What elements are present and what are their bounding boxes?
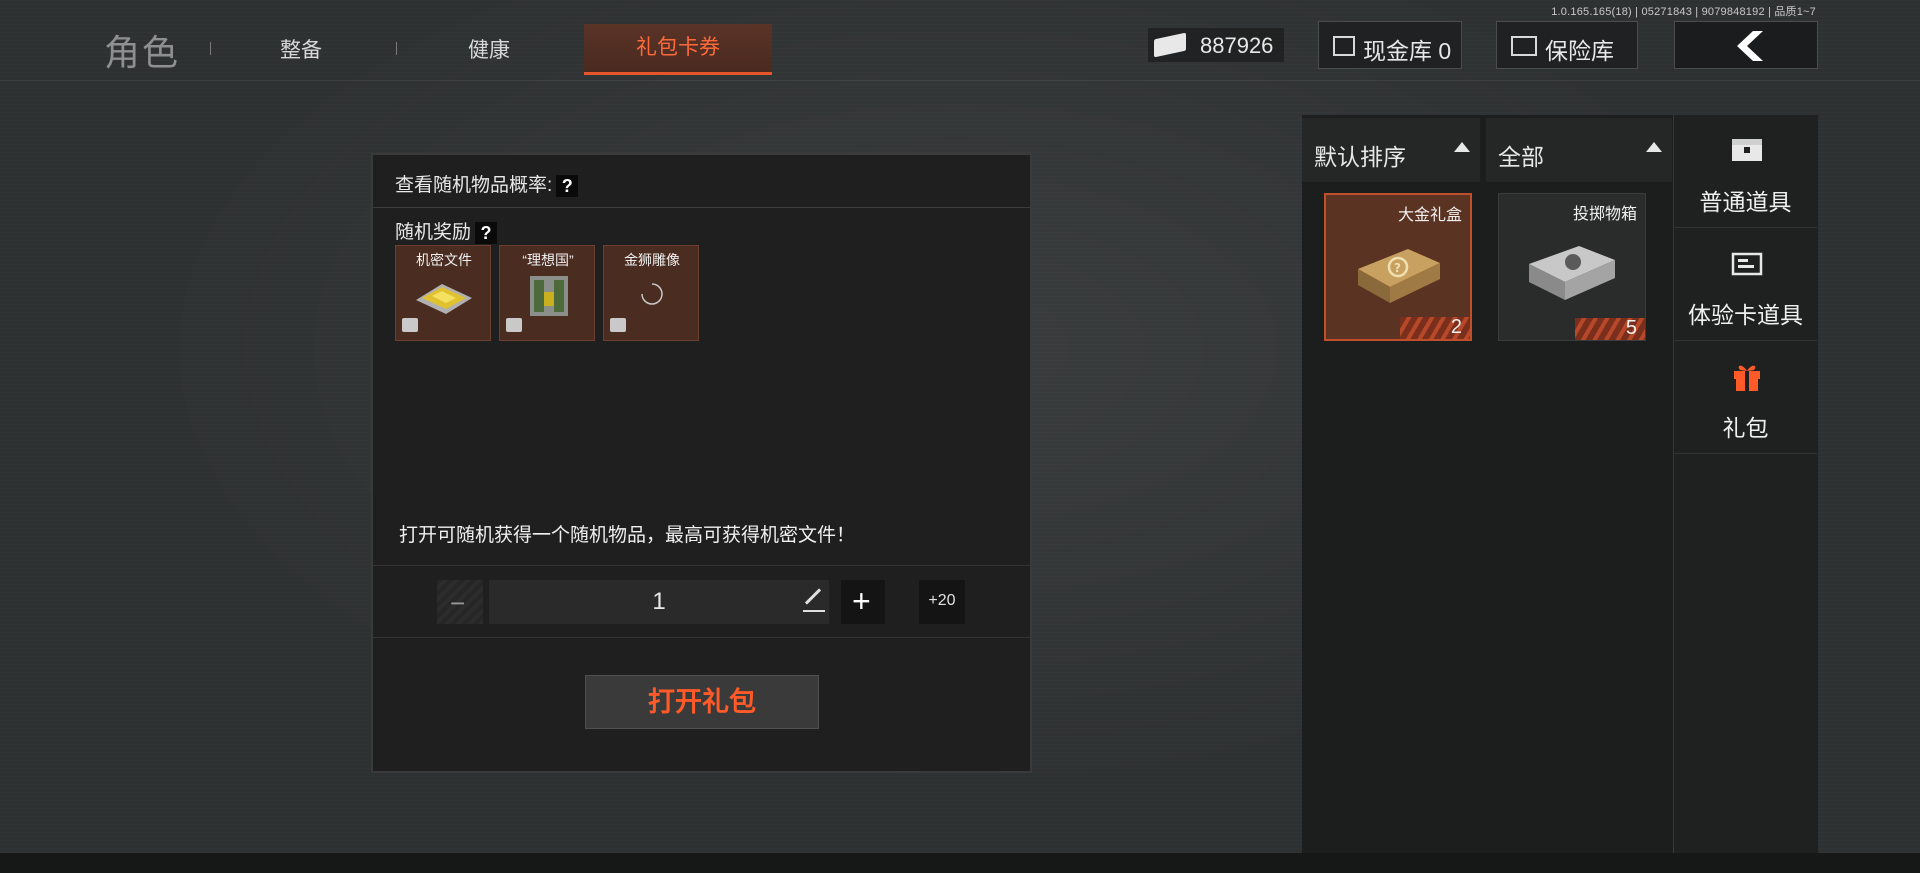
box-icon bbox=[402, 318, 418, 332]
increase-20-button[interactable]: +20 bbox=[919, 580, 965, 624]
chevron-left-icon bbox=[1737, 31, 1763, 61]
category-label: 体验卡道具 bbox=[1688, 302, 1803, 328]
reward-name: “理想国” bbox=[522, 252, 574, 268]
probability-label: 查看随机物品概率: bbox=[395, 175, 553, 196]
open-gift-label: 打开礼包 bbox=[648, 687, 756, 717]
reward-item[interactable]: 金狮雕像 bbox=[603, 245, 699, 341]
gold-gift-box-icon: ? bbox=[1358, 249, 1440, 303]
category-trial-cards[interactable]: 体验卡道具 bbox=[1674, 228, 1817, 341]
sort-dropdown[interactable]: 默认排序 bbox=[1302, 118, 1480, 182]
item-count: 2 bbox=[1450, 316, 1462, 338]
tab-health[interactable]: 健康 bbox=[468, 34, 510, 64]
tab-gift-cards-label: 礼包卡券 bbox=[636, 36, 720, 59]
category-normal-items[interactable]: 普通道具 bbox=[1674, 115, 1817, 228]
help-icon[interactable]: ? bbox=[475, 221, 498, 244]
quantity-field[interactable]: 1 bbox=[489, 580, 829, 624]
item-name: 投掷物箱 bbox=[1572, 206, 1637, 223]
item-name: 大金礼盒 bbox=[1397, 207, 1462, 224]
header-divider bbox=[0, 80, 1920, 81]
caret-up-icon bbox=[1454, 142, 1470, 152]
reward-name: 金狮雕像 bbox=[624, 252, 680, 268]
inventory-item[interactable]: 大金礼盒 ? 2 bbox=[1324, 193, 1472, 341]
cash-vault-label: 现金库 0 bbox=[1363, 38, 1452, 64]
filter-dropdown[interactable]: 全部 bbox=[1486, 118, 1672, 182]
filter-label: 全部 bbox=[1498, 144, 1544, 170]
back-button[interactable] bbox=[1674, 21, 1818, 69]
gift-description: 打开可随机获得一个随机物品，最高可获得机密文件！ bbox=[399, 525, 856, 546]
quantity-value: 1 bbox=[652, 588, 666, 615]
reward-item[interactable]: 机密文件 bbox=[395, 245, 491, 341]
card-icon bbox=[1731, 252, 1763, 276]
box-icon bbox=[610, 318, 626, 332]
category-label: 礼包 bbox=[1722, 415, 1769, 441]
currency-display: 887926 bbox=[1148, 28, 1284, 62]
banknote-icon bbox=[1154, 32, 1186, 58]
version-text: 1.0.165.165(18) | 05271843 | 9079848192 … bbox=[1551, 6, 1816, 18]
sort-label: 默认排序 bbox=[1314, 144, 1406, 170]
tab-equip[interactable]: 整备 bbox=[280, 34, 322, 64]
divider bbox=[373, 637, 1030, 638]
category-gift-packs[interactable]: 礼包 bbox=[1674, 341, 1817, 454]
svg-text:?: ? bbox=[1394, 261, 1401, 275]
reward-name: 机密文件 bbox=[416, 252, 472, 268]
green-crate-icon bbox=[530, 276, 568, 316]
cash-vault-button[interactable]: 现金库 0 bbox=[1318, 21, 1462, 69]
currency-value: 887926 bbox=[1200, 33, 1274, 58]
reward-item[interactable]: “理想国” bbox=[499, 245, 595, 341]
gift-icon bbox=[1734, 365, 1760, 391]
safe-label: 保险库 bbox=[1545, 38, 1614, 64]
tab-separator bbox=[210, 42, 211, 55]
help-icon[interactable]: ? bbox=[556, 174, 579, 197]
chest-icon bbox=[1732, 139, 1762, 161]
plus20-label: +20 bbox=[928, 592, 956, 609]
loading-spinner-icon bbox=[641, 283, 663, 305]
tab-gift-cards[interactable]: 礼包卡券 bbox=[584, 24, 772, 75]
tab-separator bbox=[396, 42, 397, 55]
inventory-item[interactable]: 投掷物箱 5 bbox=[1498, 193, 1646, 341]
minus-icon: − bbox=[450, 588, 466, 618]
open-gift-button[interactable]: 打开礼包 bbox=[585, 675, 819, 729]
bottom-bar bbox=[0, 853, 1920, 873]
probability-row[interactable]: 查看随机物品概率:? bbox=[373, 155, 1030, 208]
safe-icon bbox=[1511, 36, 1537, 56]
box-icon bbox=[506, 318, 522, 332]
page-title: 角色 bbox=[104, 32, 181, 73]
divider bbox=[373, 565, 1030, 566]
edit-icon-underline bbox=[803, 610, 825, 612]
gold-document-icon bbox=[416, 284, 472, 314]
item-count: 5 bbox=[1625, 317, 1637, 339]
gift-pack-dialog: 查看随机物品概率:? 随机奖励? 机密文件 “理想国” 金狮雕像 打开可随机获得… bbox=[371, 153, 1032, 773]
decrease-button[interactable]: − bbox=[437, 580, 483, 624]
cash-vault-icon bbox=[1333, 36, 1355, 56]
increase-button[interactable]: + bbox=[841, 580, 885, 624]
category-label: 普通道具 bbox=[1699, 189, 1792, 215]
plus-icon: + bbox=[852, 583, 871, 619]
safe-button[interactable]: 保险库 bbox=[1496, 21, 1638, 69]
throwable-case-icon bbox=[1529, 246, 1615, 300]
caret-up-icon bbox=[1646, 142, 1662, 152]
random-reward-label: 随机奖励 bbox=[395, 222, 472, 243]
